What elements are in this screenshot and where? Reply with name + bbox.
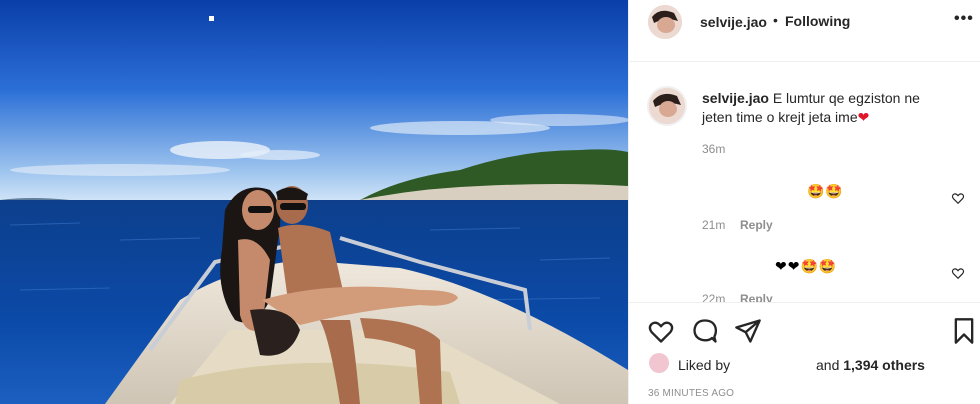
likes-count[interactable]: and 1,394 others: [816, 357, 925, 373]
comment-like-icon[interactable]: [951, 191, 965, 205]
caption-avatar[interactable]: [647, 86, 687, 126]
post-actions: Liked by and 1,394 others 36 MINUTES AGO: [629, 302, 980, 404]
avatar-image: [648, 5, 682, 39]
post-sidebar: selvije.jao • Following ••• selvije.jao …: [628, 0, 980, 404]
author-username[interactable]: selvije.jao: [700, 14, 767, 30]
author-avatar[interactable]: [648, 5, 682, 39]
likes-others[interactable]: 1,394 others: [843, 357, 925, 373]
comment-icon[interactable]: [691, 317, 719, 345]
comment-time[interactable]: 21m: [702, 218, 725, 232]
save-icon[interactable]: [950, 317, 978, 345]
comment-like-icon[interactable]: [951, 266, 965, 280]
follow-separator: •: [773, 12, 778, 28]
caption: selvije.jao E lumtur qe egziston ne jete…: [702, 89, 952, 127]
comment-text: 🤩🤩: [807, 183, 844, 199]
like-icon[interactable]: [647, 317, 675, 345]
and-label: and: [816, 357, 840, 373]
liked-by-label: Liked by: [678, 357, 731, 373]
post-header: selvije.jao • Following •••: [629, 0, 980, 62]
photo-illustration: [0, 0, 628, 404]
heart-emoji: ❤: [857, 109, 870, 125]
avatar-image: [649, 88, 685, 124]
comment-text: ❤❤🤩🤩: [775, 258, 838, 274]
reply-button[interactable]: Reply: [740, 218, 773, 232]
share-icon[interactable]: [734, 317, 762, 345]
more-options-icon[interactable]: •••: [954, 10, 974, 28]
post-photo[interactable]: [0, 0, 628, 404]
following-button[interactable]: Following: [785, 13, 850, 29]
caption-time[interactable]: 36m: [702, 142, 725, 156]
liker-avatar[interactable]: [649, 353, 669, 373]
post-timestamp[interactable]: 36 MINUTES AGO: [648, 388, 734, 399]
caption-username[interactable]: selvije.jao: [702, 90, 769, 106]
